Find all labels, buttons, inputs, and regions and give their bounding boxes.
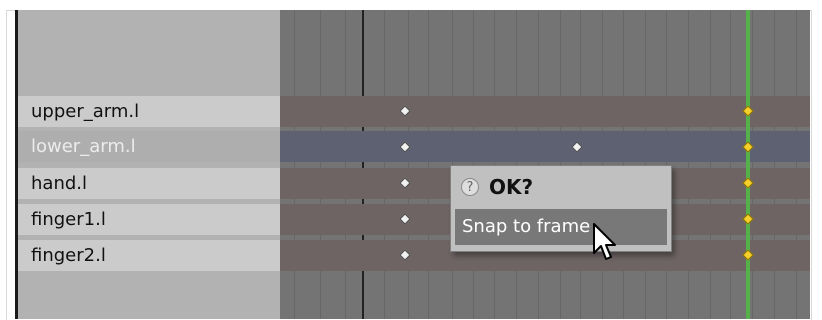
grid-line-major (362, 10, 364, 319)
channel-hand[interactable]: hand.l (18, 168, 280, 199)
channel-upper-arm[interactable]: upper_arm.l (18, 96, 280, 127)
grid-line (752, 10, 753, 319)
grid-line (408, 10, 409, 319)
grid-line (688, 10, 689, 319)
mouse-pointer-icon (593, 223, 616, 260)
grid-line (428, 10, 429, 319)
timeline-row-selected[interactable] (280, 131, 810, 162)
snap-to-frame-menu-item[interactable]: Snap to frame (455, 209, 667, 245)
grid-line (320, 10, 321, 319)
channel-finger1[interactable]: finger1.l (18, 204, 280, 235)
grid-line (294, 10, 295, 319)
grid-line (730, 10, 731, 319)
grid-line (796, 10, 797, 319)
action-editor[interactable]: upper_arm.l lower_arm.l hand.l finger1.l… (15, 10, 810, 319)
popup-header: ? OK? (451, 166, 671, 209)
current-frame-indicator[interactable] (746, 10, 750, 319)
question-mark-icon: ? (461, 178, 479, 196)
grid-line (345, 10, 346, 319)
timeline-row[interactable] (280, 96, 810, 127)
confirm-popup: ? OK? Snap to frame (450, 165, 672, 252)
popup-title: OK? (489, 175, 534, 199)
grid-line (774, 10, 775, 319)
channel-list: upper_arm.l lower_arm.l hand.l finger1.l… (18, 10, 280, 319)
grid-line (384, 10, 385, 319)
grid-line (710, 10, 711, 319)
channel-lower-arm[interactable]: lower_arm.l (18, 131, 280, 162)
channel-finger2[interactable]: finger2.l (18, 240, 280, 271)
